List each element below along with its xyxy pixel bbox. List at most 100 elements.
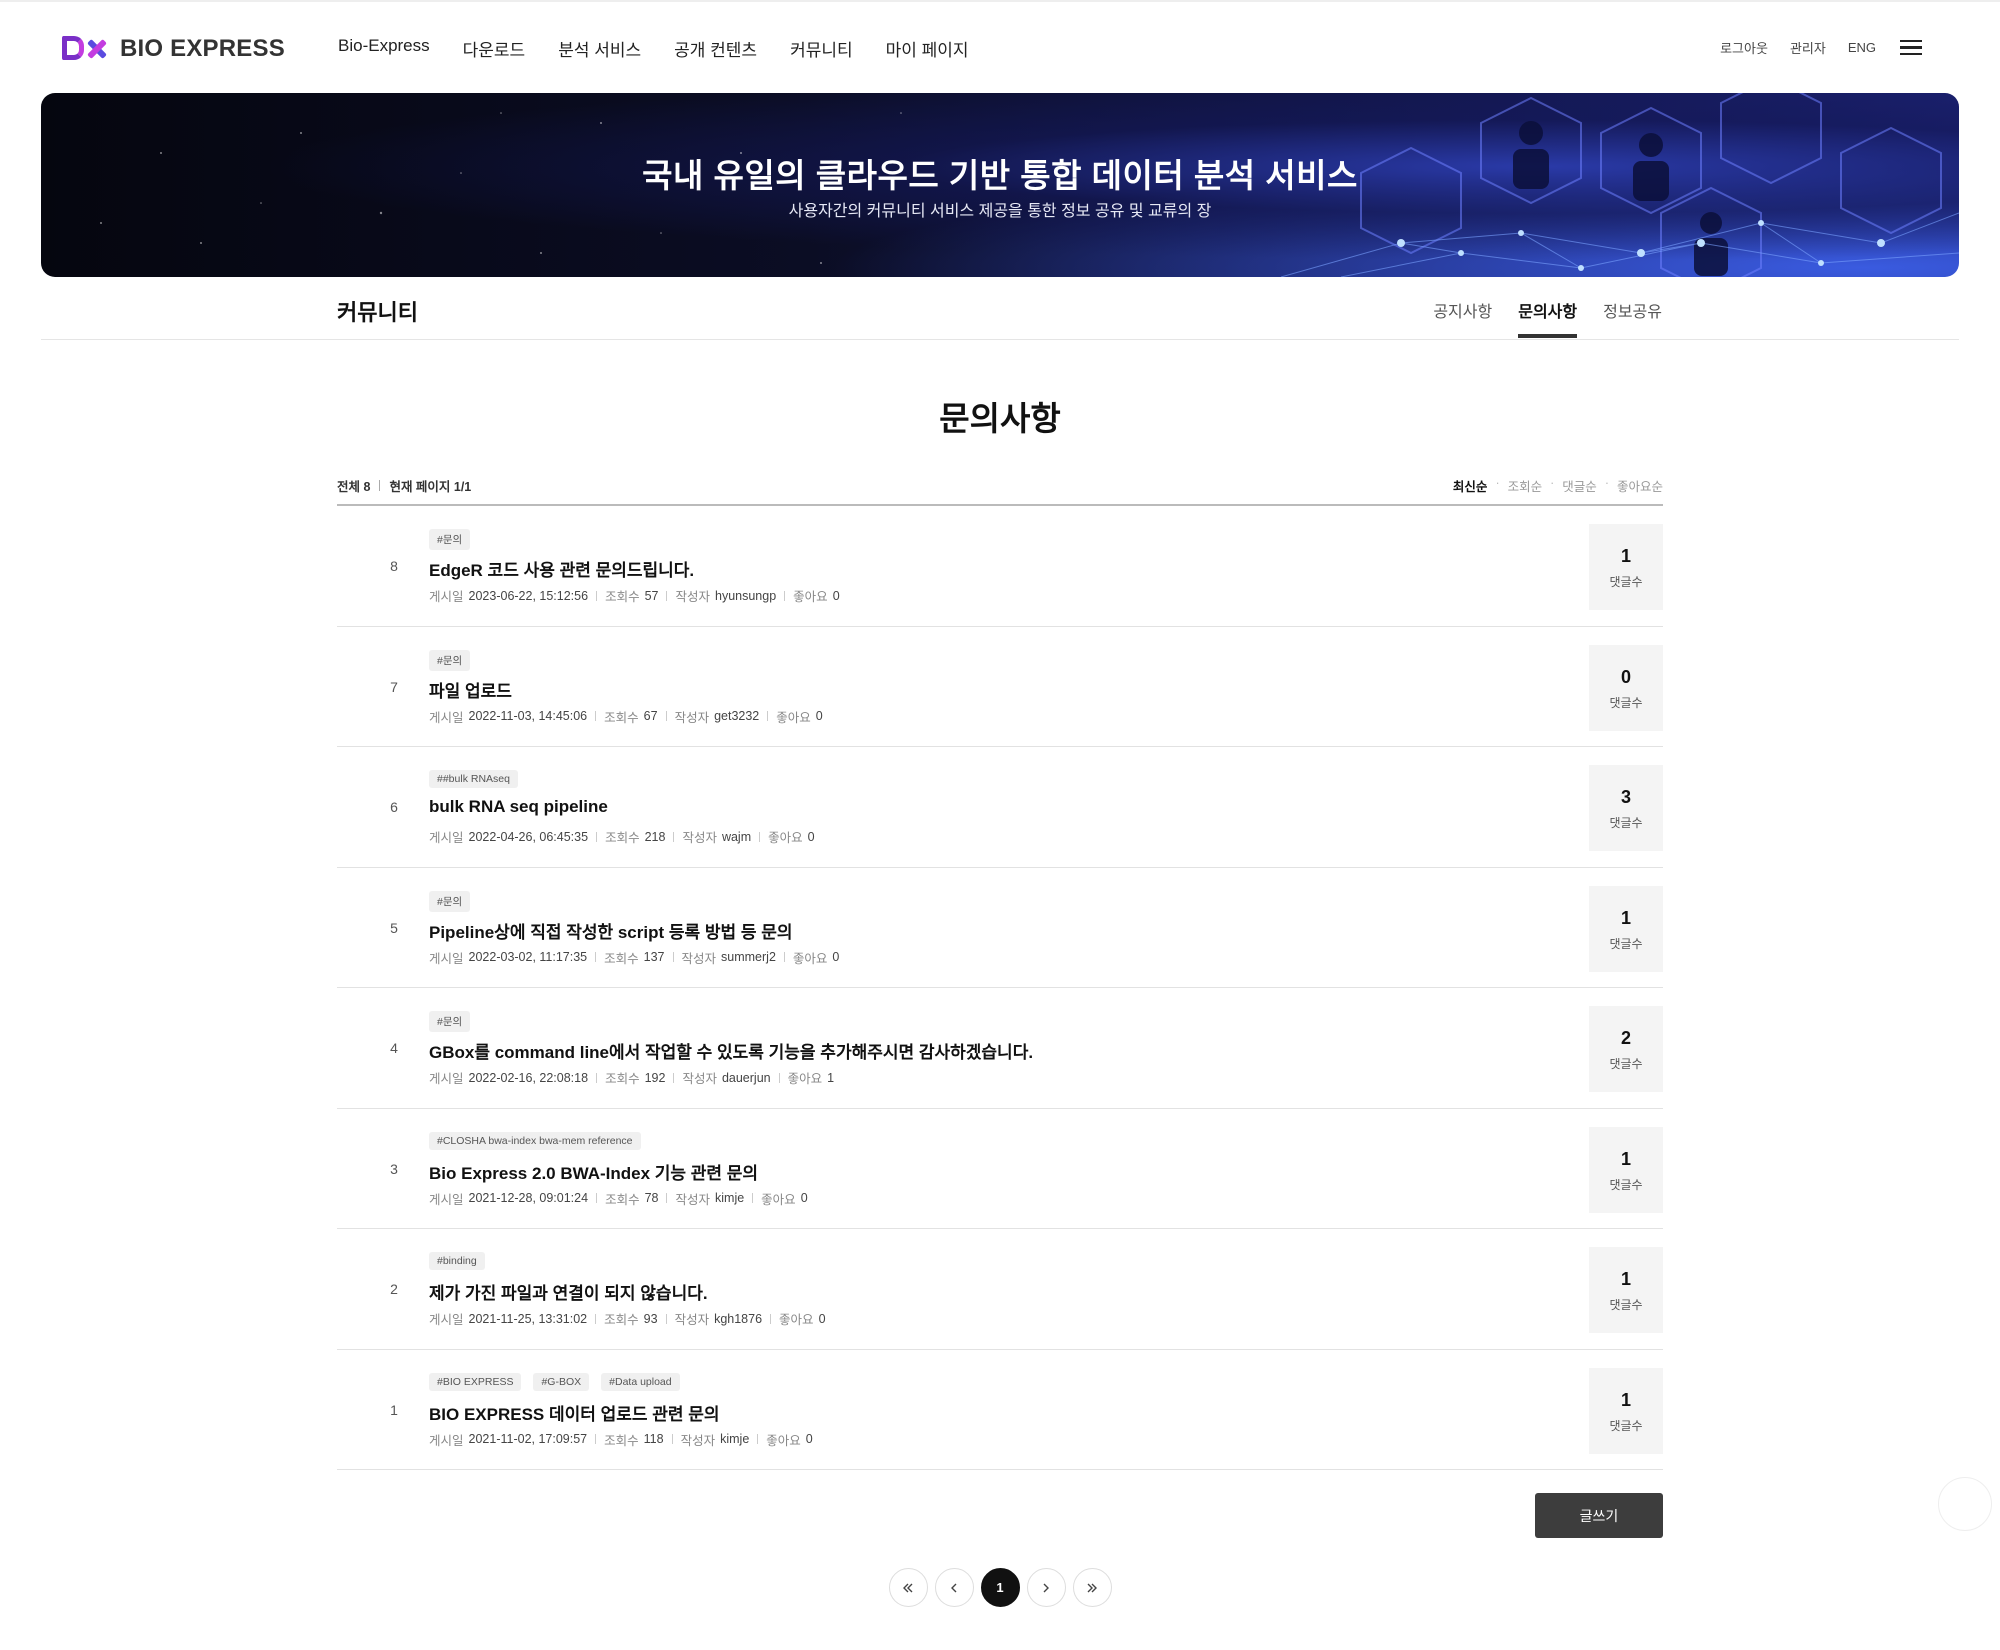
post-date: 2021-11-02, 17:09:57 xyxy=(468,1432,588,1446)
author-label: 작성자 xyxy=(681,951,717,966)
brand-logo[interactable]: BIO EXPRESS xyxy=(62,32,285,66)
tab-info-share[interactable]: 정보공유 xyxy=(1603,298,1662,340)
comment-label: 댓글수 xyxy=(1609,816,1643,830)
post-tags: #문의 xyxy=(429,1011,482,1032)
post-number: 8 xyxy=(390,558,398,574)
views-label: 조회수 xyxy=(604,1313,639,1327)
post-likes: 0 xyxy=(832,950,840,964)
last-page-icon[interactable] xyxy=(1072,1568,1112,1607)
date-label: 게시일 xyxy=(429,831,464,845)
nav-item-analysis-service[interactable]: 분석 서비스 xyxy=(558,36,641,61)
post-tag[interactable]: #G-BOX xyxy=(533,1372,590,1391)
post-date: 2021-11-25, 13:31:02 xyxy=(468,1311,588,1326)
post-tag[interactable]: #BIO EXPRESS xyxy=(429,1372,522,1391)
comment-label: 댓글수 xyxy=(1609,1177,1643,1192)
post-row[interactable]: 3 #CLOSHA bwa-index bwa-mem reference Bi… xyxy=(337,1109,1663,1229)
next-page-icon[interactable] xyxy=(1026,1568,1066,1607)
post-author: hyunsungp xyxy=(715,588,777,603)
post-title-link[interactable]: BIO EXPRESS 데이터 업로드 관련 문의 xyxy=(429,1400,720,1425)
nav-item-bio-express[interactable]: Bio-Express xyxy=(338,36,430,61)
date-label: 게시일 xyxy=(429,710,464,725)
author-label: 작성자 xyxy=(674,710,710,725)
post-meta: 게시일 2022-11-03, 14:45:06 조회수 67 작성자 get3… xyxy=(429,707,823,726)
prev-page-icon[interactable] xyxy=(934,1568,974,1607)
sort-views[interactable]: 조회순 xyxy=(1508,476,1543,495)
nav-item-my-page[interactable]: 마이 페이지 xyxy=(886,36,969,61)
post-likes: 0 xyxy=(800,1191,808,1205)
likes-label: 좋아요 xyxy=(779,1313,814,1327)
write-button[interactable]: 글쓰기 xyxy=(1535,1493,1663,1538)
post-row[interactable]: 2 #binding 제가 가진 파일과 연결이 되지 않습니다. 게시일 20… xyxy=(337,1229,1663,1350)
post-tag[interactable]: #문의 xyxy=(429,1011,471,1032)
post-title-link[interactable]: EdgeR 코드 사용 관련 문의드립니다. xyxy=(429,556,694,581)
post-author: wajm xyxy=(721,829,752,844)
comment-count-box: 0 댓글수 xyxy=(1589,644,1663,731)
post-views: 67 xyxy=(643,709,658,723)
post-tag[interactable]: ##bulk RNAseq xyxy=(429,770,518,788)
likes-label: 좋아요 xyxy=(761,1192,796,1207)
comment-count: 2 xyxy=(1620,1028,1631,1048)
post-meta: 게시일 2023-06-22, 15:12:56 조회수 57 작성자 hyun… xyxy=(429,586,840,605)
language-link[interactable]: ENG xyxy=(1848,40,1876,55)
post-tag[interactable]: #Data upload xyxy=(601,1372,680,1391)
nav-item-public-content[interactable]: 공개 컨텐츠 xyxy=(674,36,757,61)
comment-label: 댓글수 xyxy=(1609,695,1643,710)
comment-count-box: 1 댓글수 xyxy=(1589,1247,1663,1333)
author-label: 작성자 xyxy=(680,1433,716,1448)
banner-title: 국내 유일의 클라우드 기반 통합 데이터 분석 서비스 xyxy=(642,157,1358,194)
post-row[interactable]: 7 #문의 파일 업로드 게시일 2022-11-03, 14:45:06 조회… xyxy=(337,627,1663,747)
post-row[interactable]: 4 #문의 GBox를 command line에서 작업할 수 있도록 기능을… xyxy=(337,988,1663,1109)
comment-count: 1 xyxy=(1620,1269,1631,1289)
comment-count-box: 1 댓글수 xyxy=(1589,524,1663,610)
post-author: dauerjun xyxy=(721,1070,771,1085)
comment-label: 댓글수 xyxy=(1609,1298,1643,1312)
page-number[interactable]: 1 xyxy=(980,1568,1020,1607)
scroll-top-button[interactable] xyxy=(1938,1477,1992,1531)
nav-item-download[interactable]: 다운로드 xyxy=(463,36,526,61)
post-tag[interactable]: #문의 xyxy=(429,890,471,912)
admin-link[interactable]: 관리자 xyxy=(1790,38,1826,57)
comment-count: 1 xyxy=(1620,907,1631,928)
post-title-link[interactable]: Pipeline상에 직접 작성한 script 등록 방법 등 문의 xyxy=(429,918,793,943)
post-row[interactable]: 1 #BIO EXPRESS #G-BOX #Data upload BIO EXP… xyxy=(337,1350,1663,1470)
post-number: 5 xyxy=(390,919,398,936)
date-label: 게시일 xyxy=(429,1072,464,1086)
post-tag[interactable]: #binding xyxy=(429,1252,485,1270)
post-author: summerj2 xyxy=(721,950,776,964)
post-title-link[interactable]: 제가 가진 파일과 연결이 되지 않습니다. xyxy=(429,1279,708,1304)
post-author: kimje xyxy=(715,1191,745,1205)
sort-likes[interactable]: 좋아요순 xyxy=(1617,476,1663,495)
comment-label: 댓글수 xyxy=(1609,936,1643,951)
post-row[interactable]: 8 #문의 EdgeR 코드 사용 관련 문의드립니다. 게시일 2023-06… xyxy=(337,506,1663,627)
sort-latest[interactable]: 최신순 xyxy=(1453,476,1488,495)
logout-link[interactable]: 로그아웃 xyxy=(1720,38,1768,57)
comment-count: 3 xyxy=(1620,787,1631,807)
post-title-link[interactable]: 파일 업로드 xyxy=(429,677,512,702)
tab-inquiry[interactable]: 문의사항 xyxy=(1518,298,1577,340)
comment-count: 1 xyxy=(1620,1148,1631,1169)
hamburger-menu-icon[interactable] xyxy=(1900,39,1922,56)
nav-item-community[interactable]: 커뮤니티 xyxy=(790,36,853,61)
post-tag[interactable]: #문의 xyxy=(429,529,471,550)
utility-nav: 로그아웃 관리자 ENG xyxy=(1698,38,1922,57)
sort-comments[interactable]: 댓글순 xyxy=(1562,476,1597,495)
comment-label: 댓글수 xyxy=(1609,575,1643,589)
tab-notice[interactable]: 공지사항 xyxy=(1433,298,1492,340)
post-tag[interactable]: #CLOSHA bwa-index bwa-mem reference xyxy=(429,1131,641,1150)
post-title-link[interactable]: GBox를 command line에서 작업할 수 있도록 기능을 추가해주시… xyxy=(429,1038,1033,1063)
post-row[interactable]: 5 #문의 Pipeline상에 직접 작성한 script 등록 방법 등 문… xyxy=(337,868,1663,988)
post-title-link[interactable]: Bio Express 2.0 BWA-Index 기능 관련 문의 xyxy=(429,1159,758,1184)
date-label: 게시일 xyxy=(429,951,464,966)
likes-label: 좋아요 xyxy=(768,831,803,845)
post-tag[interactable]: #문의 xyxy=(429,649,471,671)
post-views: 93 xyxy=(643,1311,658,1326)
first-page-icon[interactable] xyxy=(888,1568,928,1607)
views-label: 조회수 xyxy=(605,831,640,845)
section-subnav: 커뮤니티 공지사항 문의사항 정보공유 xyxy=(41,278,1959,340)
views-label: 조회수 xyxy=(604,1433,639,1448)
post-row[interactable]: 6 ##bulk RNAseq bulk RNA seq pipeline 게시… xyxy=(337,747,1663,868)
comment-count-box: 1 댓글수 xyxy=(1589,1126,1663,1213)
author-label: 작성자 xyxy=(682,831,717,845)
post-title-link[interactable]: bulk RNA seq pipeline xyxy=(429,797,608,817)
post-author: get3232 xyxy=(714,709,760,723)
